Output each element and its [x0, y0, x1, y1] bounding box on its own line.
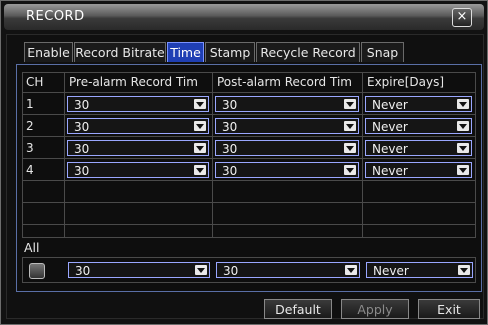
pre-alarm-select[interactable]: 30 — [67, 140, 209, 156]
tab-stamp[interactable]: Stamp — [205, 42, 255, 62]
post-alarm-select[interactable]: 30 — [215, 96, 359, 112]
dropdown-arrow-icon — [194, 99, 206, 109]
all-label: All — [24, 240, 40, 255]
all-checkbox[interactable] — [29, 263, 45, 279]
dropdown-arrow-icon — [457, 143, 469, 153]
post-alarm-select[interactable]: 30 — [215, 162, 359, 178]
dropdown-arrow-icon — [345, 265, 357, 275]
tab-time[interactable]: Time — [167, 42, 204, 62]
expire-select[interactable]: Never — [365, 96, 472, 112]
header-post-alarm: Post-alarm Record Tim — [217, 75, 352, 89]
header-expire: Expire[Days] — [367, 75, 444, 89]
dropdown-arrow-icon — [344, 99, 356, 109]
expire-select[interactable]: Never — [365, 118, 472, 134]
dropdown-arrow-icon — [344, 143, 356, 153]
dropdown-arrow-icon — [194, 143, 206, 153]
header-pre-alarm: Pre-alarm Record Tim — [69, 75, 198, 89]
pre-alarm-select[interactable]: 30 — [67, 96, 209, 112]
dropdown-arrow-icon — [194, 121, 206, 131]
row-ch: 3 — [26, 141, 34, 155]
dropdown-arrow-icon — [457, 165, 469, 175]
tab-recycle-record[interactable]: Recycle Record — [256, 42, 360, 62]
all-pre-alarm-select[interactable]: 30 — [68, 262, 210, 278]
row-ch: 2 — [26, 119, 34, 133]
all-row: 30 30 Never — [22, 257, 476, 283]
tab-record-bitrate[interactable]: Record Bitrate — [74, 42, 166, 62]
dropdown-arrow-icon — [344, 165, 356, 175]
row-ch: 1 — [26, 97, 34, 111]
tab-enable[interactable]: Enable — [24, 42, 73, 62]
dropdown-arrow-icon — [194, 165, 206, 175]
expire-select[interactable]: Never — [365, 162, 472, 178]
window-title: RECORD — [26, 9, 85, 24]
dropdown-arrow-icon — [457, 99, 469, 109]
title-bar: RECORD × — [4, 4, 484, 30]
row-ch: 4 — [26, 163, 34, 177]
dropdown-arrow-icon — [195, 265, 207, 275]
record-time-table: CH Pre-alarm Record Tim Post-alarm Recor… — [22, 72, 476, 238]
header-ch: CH — [26, 75, 44, 89]
default-button[interactable]: Default — [264, 299, 332, 319]
pre-alarm-select[interactable]: 30 — [67, 162, 209, 178]
post-alarm-select[interactable]: 30 — [215, 118, 359, 134]
post-alarm-select[interactable]: 30 — [215, 140, 359, 156]
all-expire-select[interactable]: Never — [366, 262, 473, 278]
tab-snap[interactable]: Snap — [361, 42, 404, 62]
all-post-alarm-select[interactable]: 30 — [216, 262, 360, 278]
apply-button[interactable]: Apply — [341, 299, 409, 319]
pre-alarm-select[interactable]: 30 — [67, 118, 209, 134]
dropdown-arrow-icon — [344, 121, 356, 131]
close-button[interactable]: × — [452, 8, 472, 27]
dropdown-arrow-icon — [458, 265, 470, 275]
dropdown-arrow-icon — [457, 121, 469, 131]
expire-select[interactable]: Never — [365, 140, 472, 156]
exit-button[interactable]: Exit — [418, 299, 480, 319]
